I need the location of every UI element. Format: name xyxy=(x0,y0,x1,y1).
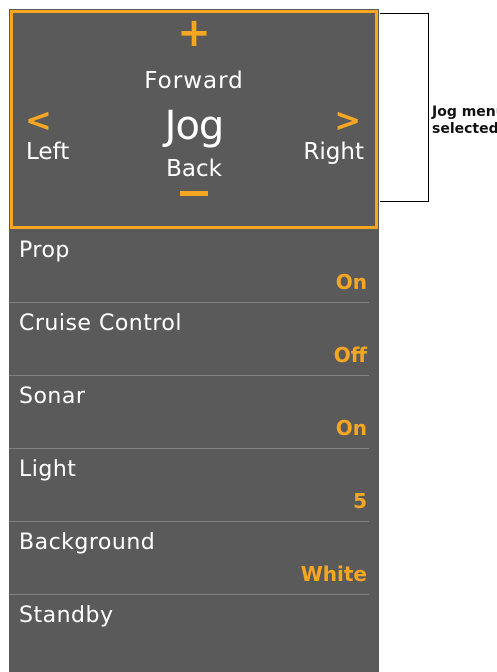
settings-menu: Prop On Cruise Control Off Sonar On Ligh… xyxy=(9,230,379,667)
chevron-right-icon[interactable]: > xyxy=(334,103,361,137)
callout-line-2: selected xyxy=(432,121,497,137)
menu-item-light[interactable]: Light 5 xyxy=(9,449,369,522)
menu-item-value: White xyxy=(300,562,367,586)
menu-item-value: Off xyxy=(333,343,367,367)
menu-item-value: 5 xyxy=(353,489,367,513)
callout-label: Jog menu selected xyxy=(432,104,497,138)
callout-line-1: Jog menu xyxy=(432,104,497,120)
menu-item-standby[interactable]: Standby xyxy=(9,595,369,667)
menu-item-label: Prop xyxy=(19,238,70,263)
menu-item-label: Standby xyxy=(19,603,114,628)
jog-control[interactable]: + Forward < Jog > Left Right Back xyxy=(10,10,378,229)
callout-bracket xyxy=(380,13,429,202)
jog-forward-label: Forward xyxy=(144,68,244,94)
menu-item-label: Light xyxy=(19,457,77,482)
jog-back-label: Back xyxy=(166,156,222,182)
menu-item-prop[interactable]: Prop On xyxy=(9,230,369,303)
menu-item-value: On xyxy=(335,416,367,440)
minus-icon[interactable] xyxy=(180,191,208,196)
menu-item-value: On xyxy=(335,270,367,294)
menu-item-label: Cruise Control xyxy=(19,311,182,336)
menu-item-label: Sonar xyxy=(19,384,86,409)
menu-item-label: Background xyxy=(19,530,156,555)
menu-item-sonar[interactable]: Sonar On xyxy=(9,376,369,449)
menu-item-background[interactable]: Background White xyxy=(9,522,369,595)
plus-icon[interactable]: + xyxy=(13,11,375,55)
menu-item-cruise-control[interactable]: Cruise Control Off xyxy=(9,303,369,376)
